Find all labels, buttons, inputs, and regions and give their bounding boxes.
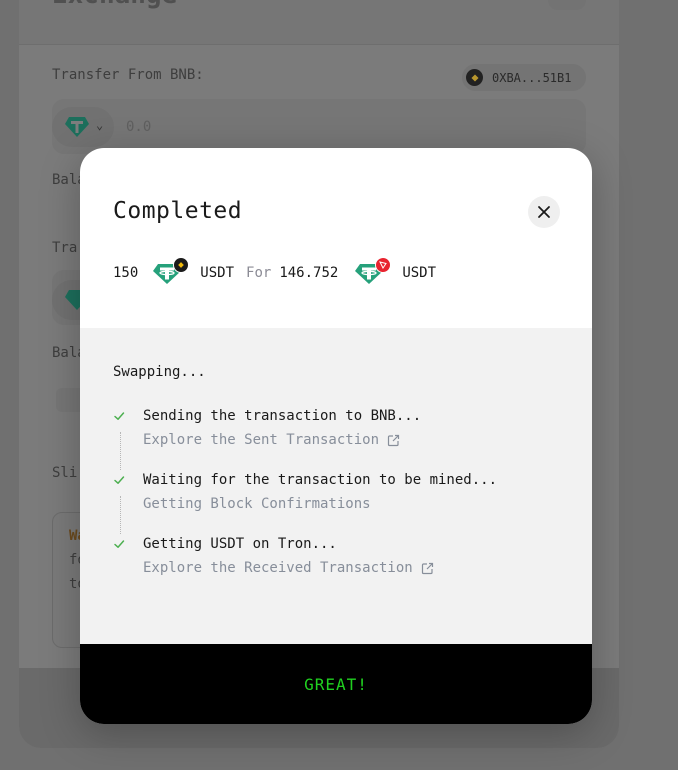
- to-token-logo: [354, 257, 392, 286]
- great-button[interactable]: GREAT!: [80, 644, 592, 724]
- swap-summary: 150 USDT For 146.752 USDT: [113, 257, 437, 286]
- from-token-symbol: USDT: [200, 265, 235, 281]
- check-icon: [114, 540, 125, 548]
- transfer-to-label: Tra: [52, 240, 78, 256]
- for-word: For: [246, 265, 272, 281]
- bnb-badge-icon: [173, 257, 190, 273]
- tron-badge-icon: [375, 257, 392, 273]
- background-title: Exchange: [52, 0, 177, 10]
- to-token-symbol: USDT: [402, 265, 437, 281]
- tether-icon: [65, 117, 89, 137]
- to-amount: 146.752: [279, 265, 339, 281]
- step-subtitle: Explore the Received Transaction: [143, 560, 413, 576]
- from-amount: 150: [113, 265, 139, 281]
- external-link-icon: [421, 562, 433, 574]
- step-title: Sending the transaction to BNB...: [143, 408, 422, 424]
- check-icon: [114, 476, 125, 484]
- completed-modal: Completed 150 USDT For 146.752 USDT Swap…: [80, 148, 592, 724]
- step-subtitle-text: Getting Block Confirmations: [143, 496, 371, 512]
- step-connector: [120, 432, 121, 470]
- wallet-address-chip[interactable]: 0XBA...51B1: [462, 64, 586, 91]
- from-amount-placeholder: 0.0: [126, 119, 152, 135]
- wallet-address: 0XBA...51B1: [492, 70, 572, 85]
- step-subtitle: Getting Block Confirmations: [143, 496, 371, 512]
- close-button[interactable]: [528, 196, 560, 228]
- step-title: Waiting for the transaction to be mined.…: [143, 472, 498, 488]
- progress-title: Swapping...: [113, 364, 206, 380]
- slippage-label: Sli: [52, 465, 78, 481]
- step-title: Getting USDT on Tron...: [143, 536, 337, 552]
- check-icon: [114, 412, 125, 420]
- swap-progress-panel: Swapping... Sending the transaction to B…: [80, 328, 592, 644]
- from-token-logo: [152, 257, 190, 286]
- modal-title: Completed: [113, 198, 243, 224]
- transfer-from-label: Transfer From BNB:: [52, 67, 204, 83]
- chevron-down-icon: ⌄: [96, 118, 104, 132]
- step-connector: [120, 496, 121, 534]
- close-icon: [538, 206, 550, 218]
- external-link-icon: [387, 434, 400, 446]
- bnb-coin-icon: [466, 69, 483, 86]
- step-subtitle: Explore the Sent Transaction: [143, 432, 380, 448]
- from-token-selector[interactable]: ⌄: [52, 107, 114, 147]
- explore-sent-transaction-link[interactable]: Explore the Sent Transaction: [143, 432, 400, 448]
- background-header-button: [548, 0, 586, 10]
- explore-received-transaction-link[interactable]: Explore the Received Transaction: [143, 560, 434, 576]
